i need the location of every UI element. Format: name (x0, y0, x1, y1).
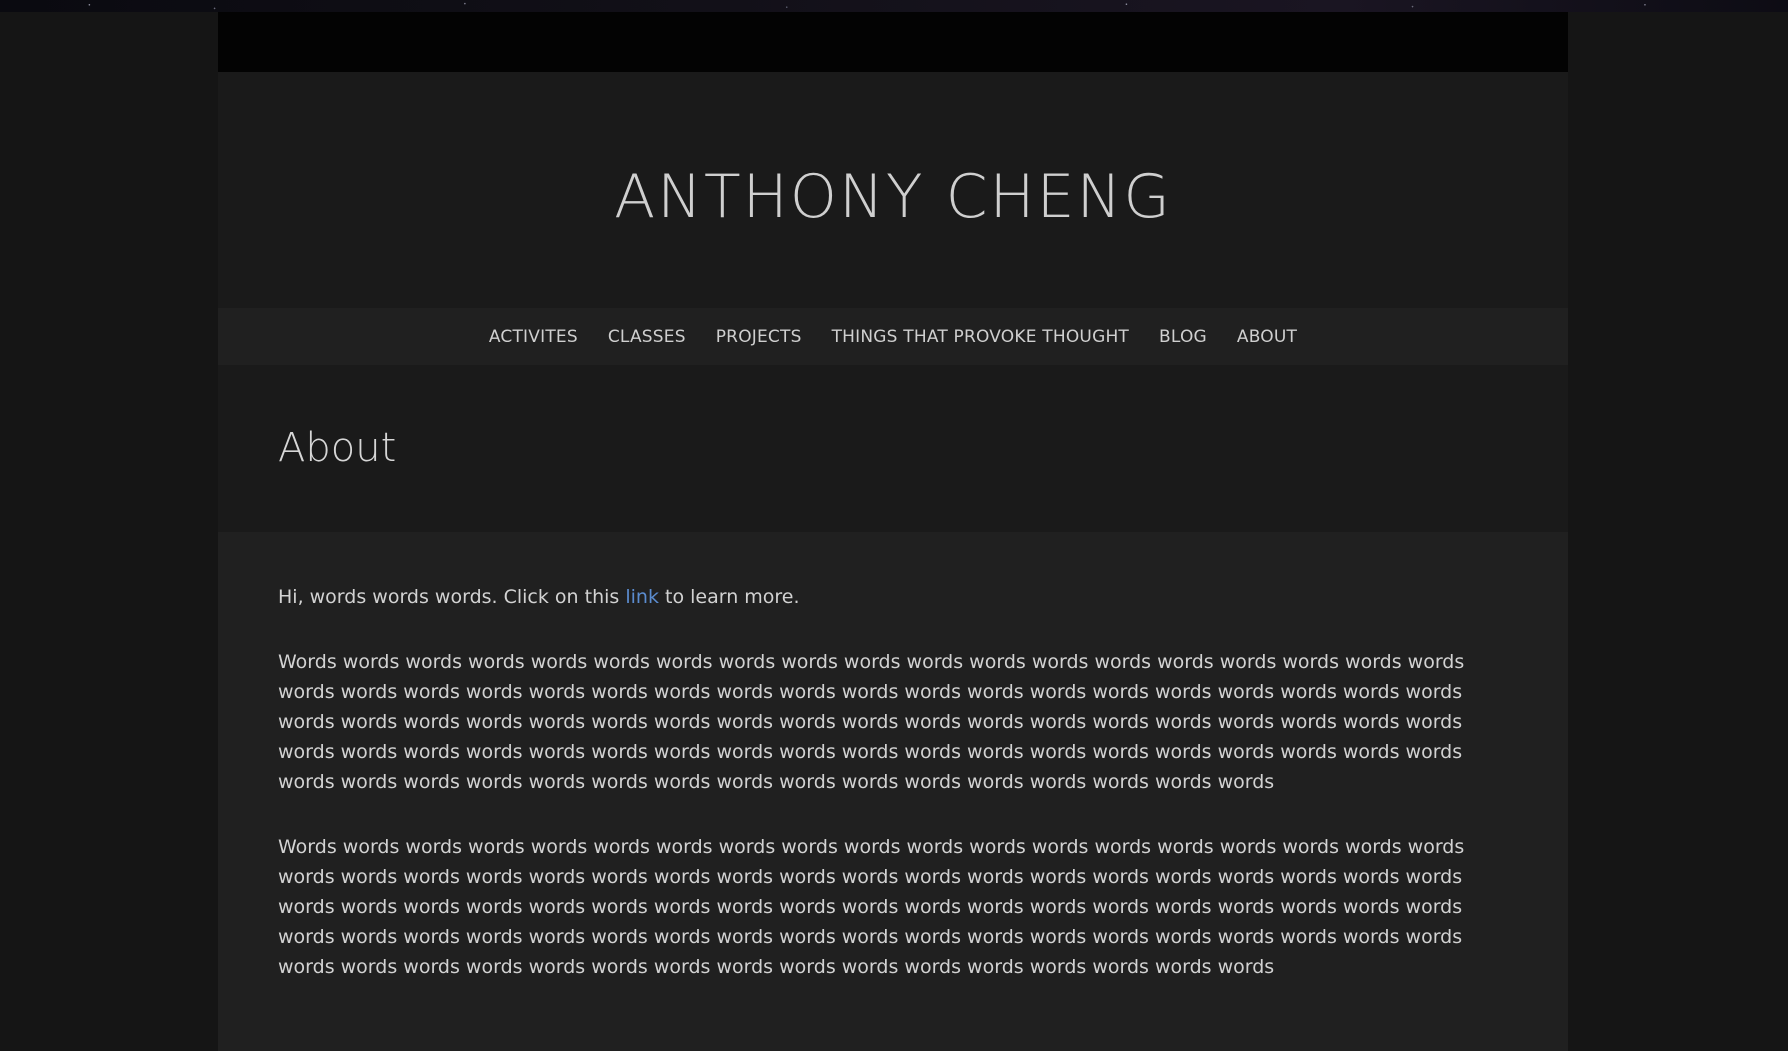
site-title[interactable]: ANTHONY CHENG (218, 162, 1568, 232)
main-navigation: ACTIVITES CLASSES PROJECTS THINGS THAT P… (218, 308, 1568, 365)
main-content: Hi, words words words. Click on this lin… (218, 532, 1568, 1051)
intro-text-before: Hi, words words words. Click on this (278, 586, 626, 608)
top-bar (218, 12, 1568, 72)
page-title: About (278, 425, 397, 471)
body-paragraph-1: Words words words words words words word… (278, 651, 1465, 793)
nav-item-blog[interactable]: BLOG (1159, 327, 1207, 347)
nav-item-about[interactable]: ABOUT (1237, 327, 1297, 347)
nav-item-activities[interactable]: ACTIVITES (489, 327, 578, 347)
nav-item-things-that-provoke-thought[interactable]: THINGS THAT PROVOKE THOUGHT (832, 327, 1129, 347)
body-paragraph-2: Words words words words words words word… (278, 836, 1465, 978)
nav-item-classes[interactable]: CLASSES (608, 327, 686, 347)
page-title-band: About (218, 365, 1568, 532)
learn-more-link[interactable]: link (625, 586, 659, 608)
site-header: ANTHONY CHENG (218, 72, 1568, 308)
nav-item-projects[interactable]: PROJECTS (716, 327, 802, 347)
starfield-background (0, 0, 1788, 12)
content-body: Hi, words words words. Click on this lin… (278, 582, 1478, 1017)
page-container: ANTHONY CHENG ACTIVITES CLASSES PROJECTS… (218, 12, 1568, 1051)
intro-text-after: to learn more. (658, 586, 800, 608)
intro-paragraph: Hi, words words words. Click on this lin… (278, 582, 1478, 612)
